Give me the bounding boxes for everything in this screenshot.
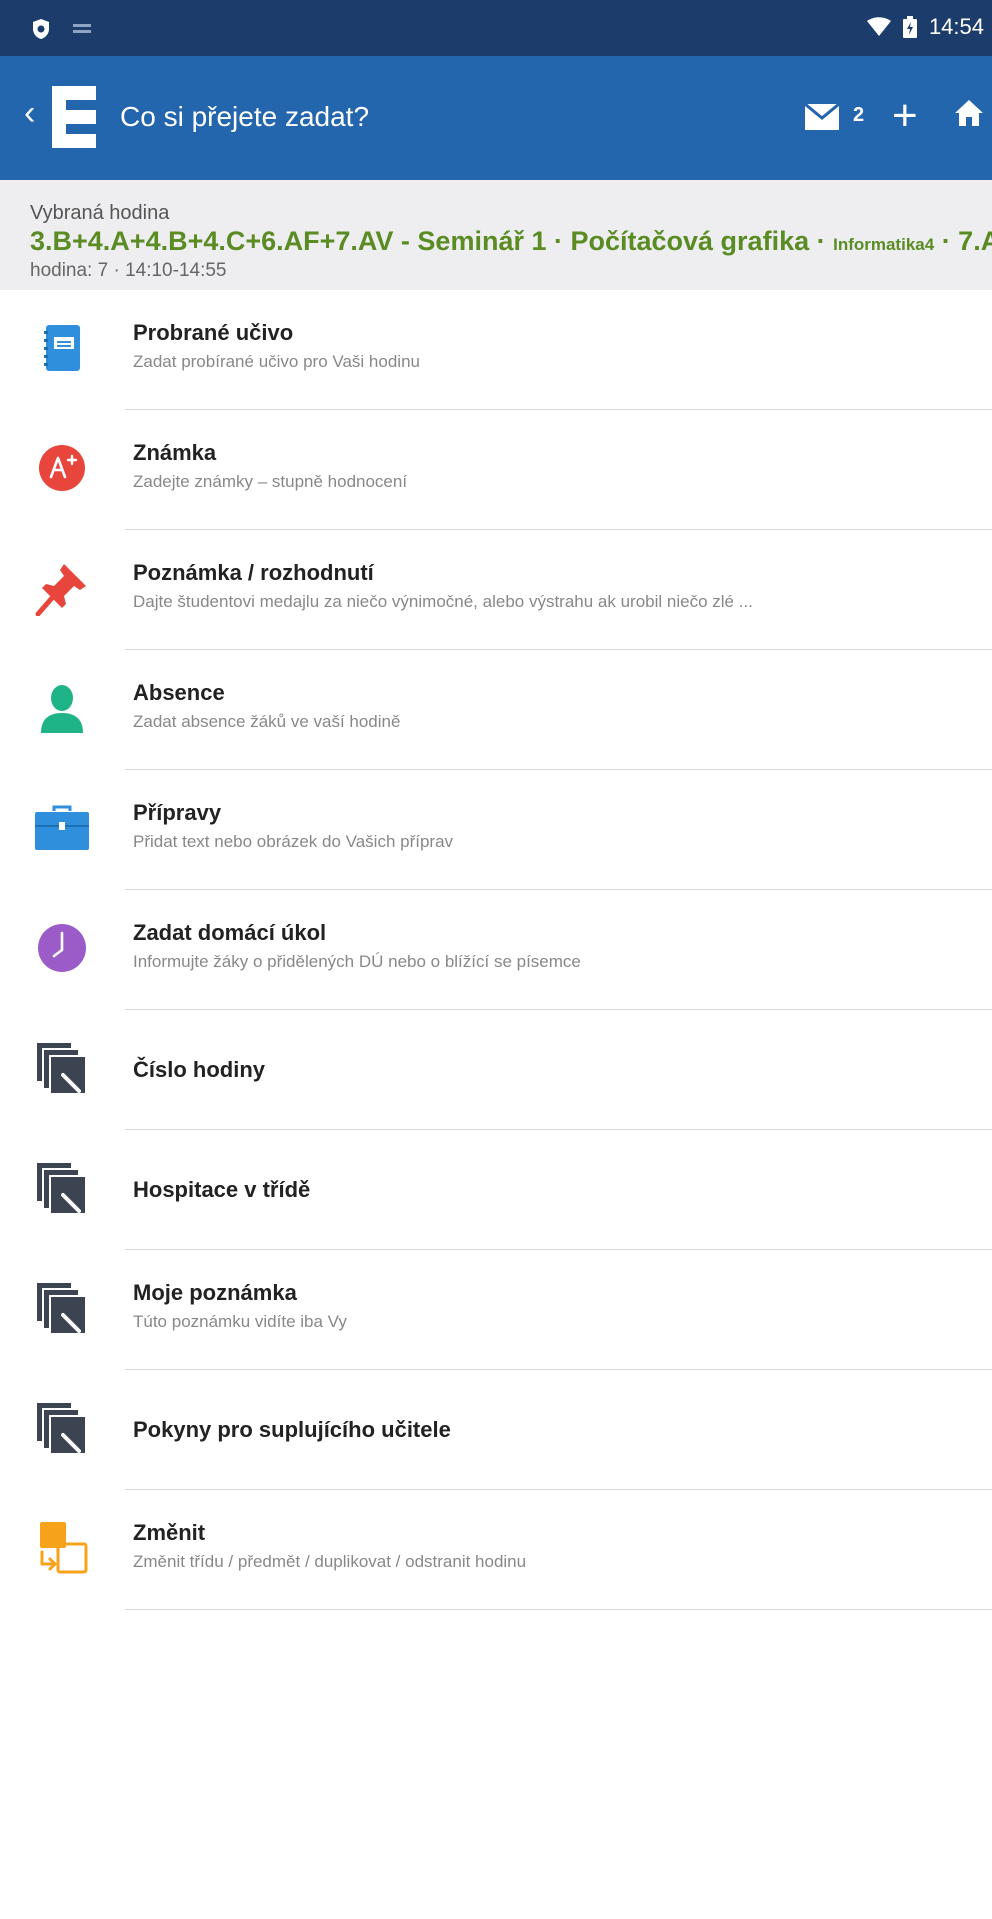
menu-item-poznamka-rozhodnuti[interactable]: Poznámka / rozhodnutí Dajte študentovi m… xyxy=(0,530,992,650)
menu-item-title: Poznámka / rozhodnutí xyxy=(133,560,374,585)
menu-item-title: Hospitace v třídě xyxy=(133,1177,311,1202)
selected-lesson-title: 3.B+4.A+4.B+4.C+6.AF+7.AV - Seminář 1 · … xyxy=(30,226,992,257)
app-logo-icon[interactable] xyxy=(46,82,102,152)
menu-item-title: Přípravy xyxy=(133,800,222,825)
app-bar: ‹ Co si přejete zadat? 2 + xyxy=(0,56,992,180)
menu-item-title: Absence xyxy=(133,680,225,705)
battery-icon xyxy=(902,16,917,38)
pin-icon xyxy=(32,558,92,618)
status-icons-right: 14:54 xyxy=(866,14,984,40)
edit-stack-icon xyxy=(32,1278,92,1338)
mail-icon[interactable] xyxy=(805,104,839,130)
menu-item-pripravy[interactable]: Přípravy Přidat text nebo obrázek do Vaš… xyxy=(0,770,992,890)
menu-item-subtitle: Zadat absence žáků ve vaší hodině xyxy=(133,712,401,731)
menu-item-title: Číslo hodiny xyxy=(133,1057,265,1082)
selected-lesson-time: hodina: 7 · 14:10-14:55 xyxy=(30,260,227,281)
grade-icon xyxy=(32,438,92,498)
menu-item-subtitle: Zadejte známky – stupně hodnocení xyxy=(133,472,408,491)
add-icon[interactable]: + xyxy=(892,90,918,142)
menu-item-moje-poznamka[interactable]: Moje poznámka Túto poznámku vidíte iba V… xyxy=(0,1250,992,1370)
menu-item-zmenit[interactable]: Změnit Změnit třídu / předmět / duplikov… xyxy=(0,1490,992,1610)
menu-item-subtitle: Dajte študentovi medajlu za niečo výnimo… xyxy=(133,592,753,611)
shield-status-icon xyxy=(33,19,49,39)
menu-item-absence[interactable]: Absence Zadat absence žáků ve vaší hodin… xyxy=(0,650,992,770)
edit-stack-icon xyxy=(32,1398,92,1458)
lesson-subject-text: Informatika4 xyxy=(833,235,935,254)
clock-icon xyxy=(32,918,92,978)
app-bar-title: Co si přejete zadat? xyxy=(120,101,370,132)
edit-stack-icon xyxy=(32,1038,92,1098)
person-icon xyxy=(32,678,92,738)
screen: 14:54 ‹ Co si přejete zadat? 2 + Vybraná… xyxy=(0,0,992,1919)
menu-item-pokyny-pro-suplujiciho-ucitele[interactable]: Pokyny pro suplujícího učitele xyxy=(0,1370,992,1490)
menu-item-cislo-hodiny[interactable]: Číslo hodiny xyxy=(0,1010,992,1130)
action-menu-list: Probrané učivo Zadat probírané učivo pro… xyxy=(0,290,992,1610)
menu-item-title: Zadat domácí úkol xyxy=(133,920,327,945)
menu-item-subtitle: Zadat probírané učivo pro Vaši hodinu xyxy=(133,352,420,371)
menu-item-subtitle: Informujte žáky o přidělených DÚ nebo o … xyxy=(133,952,581,971)
menu-item-title: Známka xyxy=(133,440,217,465)
lesson-room-text: · 7.AV xyxy=(941,226,992,256)
change-icon xyxy=(32,1518,92,1578)
wifi-icon xyxy=(866,17,891,36)
status-time: 14:54 xyxy=(928,14,984,39)
menu-item-znamka[interactable]: Známka Zadejte známky – stupně hodnocení xyxy=(0,410,992,530)
home-icon[interactable] xyxy=(954,98,984,128)
selected-lesson-label: Vybraná hodina xyxy=(30,202,170,224)
menu-item-subtitle: Túto poznámku vidíte iba Vy xyxy=(133,1312,347,1331)
notebook-icon xyxy=(32,318,92,378)
selected-lesson-panel[interactable]: Vybraná hodina 3.B+4.A+4.B+4.C+6.AF+7.AV… xyxy=(0,180,992,290)
divider xyxy=(125,1609,992,1610)
mail-count-badge: 2 xyxy=(853,104,865,126)
status-icons-left xyxy=(32,18,92,40)
menu-item-title: Probrané učivo xyxy=(133,320,294,345)
menu-item-title: Moje poznámka xyxy=(133,1280,297,1305)
back-chevron-icon[interactable]: ‹ xyxy=(24,96,35,130)
menu-item-zadat-domaci-ukol[interactable]: Zadat domácí úkol Informujte žáky o přid… xyxy=(0,890,992,1010)
menu-item-probrane-ucivo[interactable]: Probrané učivo Zadat probírané učivo pro… xyxy=(0,290,992,410)
lesson-main-text: 3.B+4.A+4.B+4.C+6.AF+7.AV - Seminář 1 · … xyxy=(30,226,834,256)
notification-status-icon xyxy=(73,24,91,33)
menu-item-subtitle: Přidat text nebo obrázek do Vašich přípr… xyxy=(133,832,454,851)
edit-stack-icon xyxy=(32,1158,92,1218)
menu-item-title: Pokyny pro suplujícího učitele xyxy=(133,1417,451,1442)
menu-item-subtitle: Změnit třídu / předmět / duplikovat / od… xyxy=(133,1552,527,1571)
status-bar: 14:54 xyxy=(0,0,992,56)
menu-item-hospitace-v-tride[interactable]: Hospitace v třídě xyxy=(0,1130,992,1250)
menu-item-title: Změnit xyxy=(133,1520,206,1545)
briefcase-icon xyxy=(32,798,92,858)
